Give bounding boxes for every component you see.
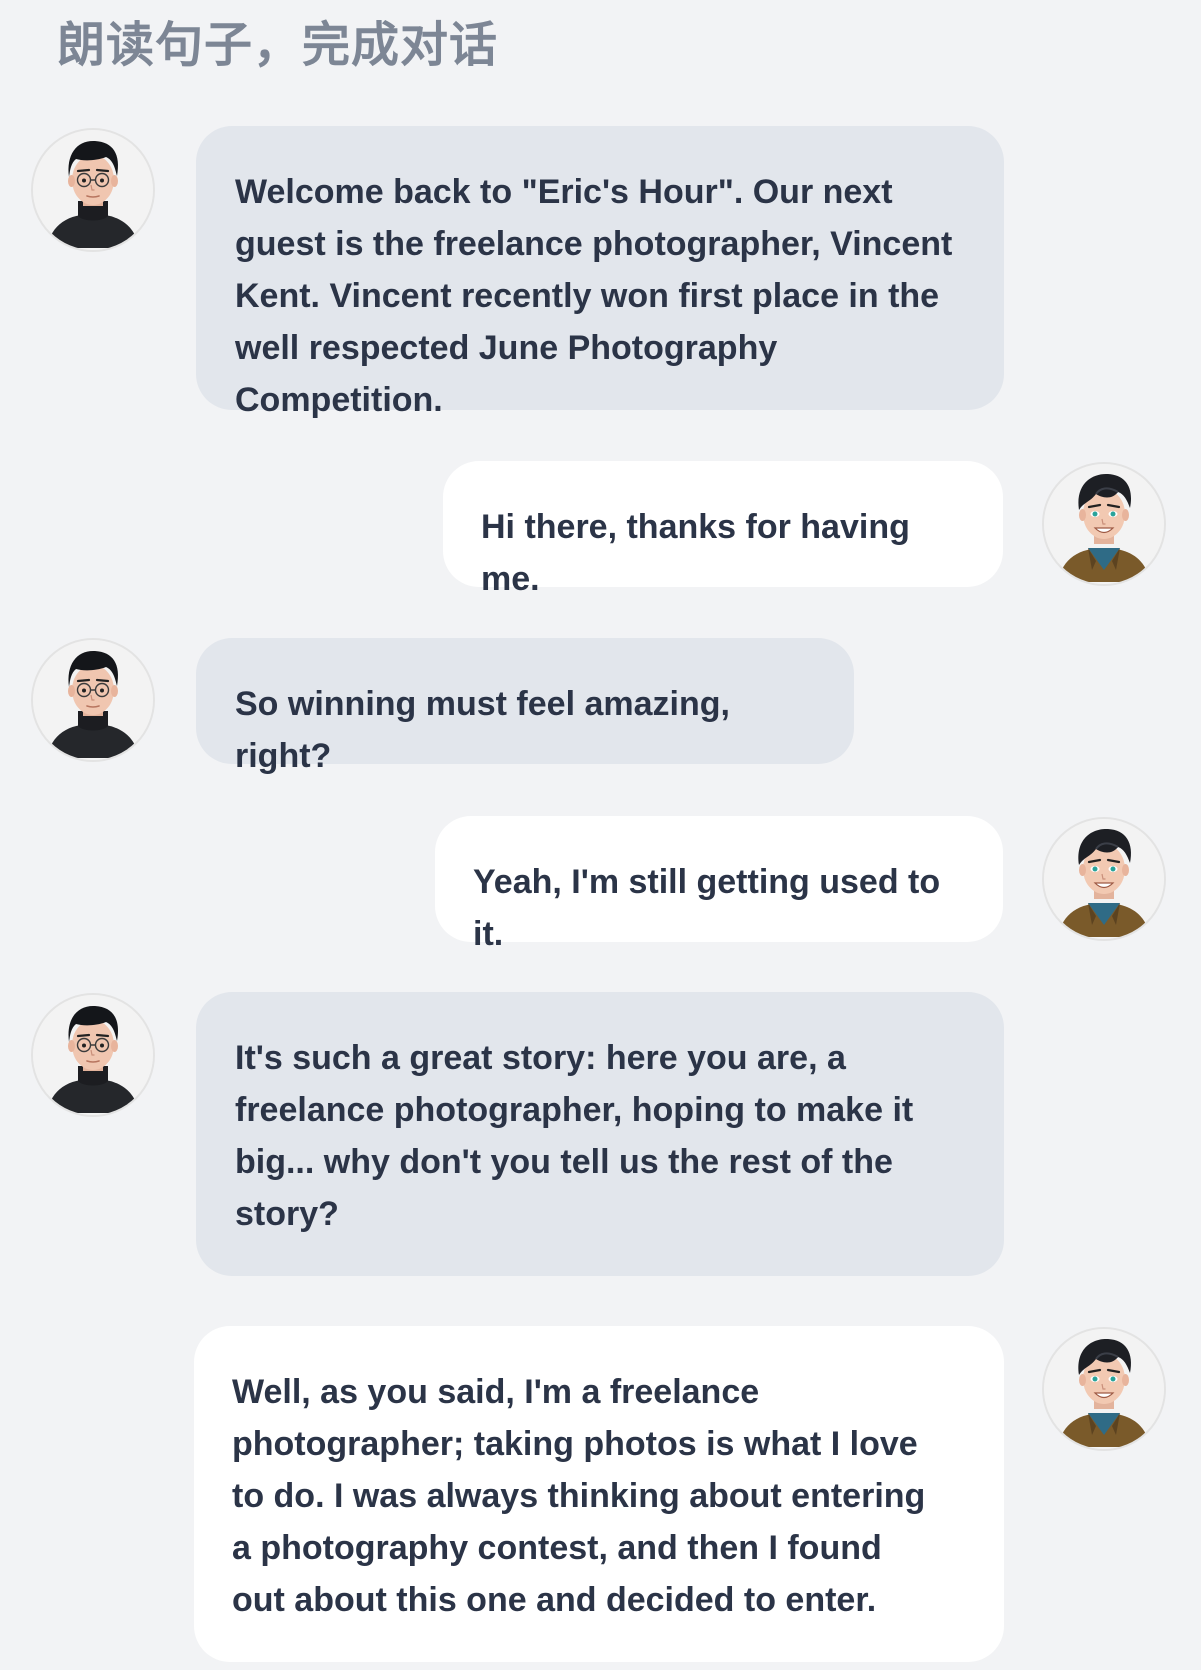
message-text: Well, as you said, I'm a freelance photo… [232,1373,926,1619]
message-text: Hi there, thanks for having me. [481,508,910,598]
guest-message-bubble: Well, as you said, I'm a freelance photo… [194,1326,1004,1662]
message-text: Welcome back to "Eric's Hour". Our next … [235,173,953,419]
host-avatar-icon [31,993,155,1117]
message-text: It's such a great story: here you are, a… [235,1039,914,1233]
guest-message-bubble: Hi there, thanks for having me. [443,461,1003,598]
host-avatar-icon [31,128,155,252]
guest-avatar-icon [1042,817,1166,941]
guest-avatar-icon [1042,462,1166,586]
host-message-bubble: It's such a great story: here you are, a… [196,992,1004,1276]
guest-avatar-icon [1042,1327,1166,1451]
message-text: Yeah, I'm still getting used to it. [473,863,941,953]
host-message-bubble: Welcome back to "Eric's Hour". Our next … [196,126,1004,419]
page-title: 朗读句子，完成对话 [57,17,499,73]
message-text: So winning must feel amazing, right? [235,685,730,775]
host-message-bubble: So winning must feel amazing, right? [196,638,854,775]
host-avatar-icon [31,638,155,762]
guest-message-bubble: Yeah, I'm still getting used to it. [435,816,1003,953]
